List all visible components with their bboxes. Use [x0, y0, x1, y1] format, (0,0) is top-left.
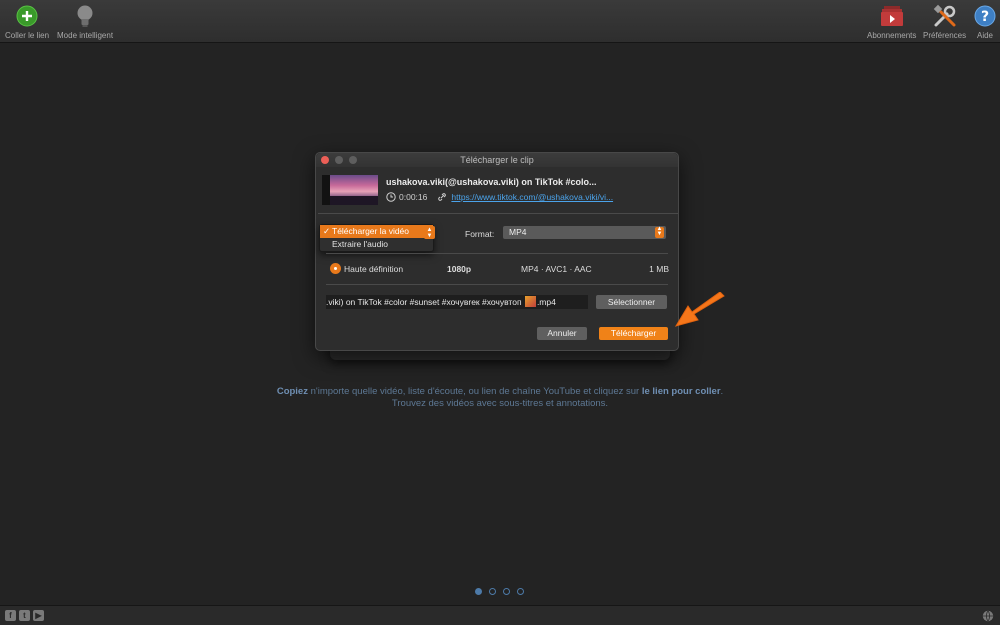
page-dot[interactable] [503, 588, 510, 595]
twitter-icon[interactable]: t [19, 610, 30, 621]
clip-meta: 0:00:16 https://www.tiktok.com/@ushakova… [386, 192, 613, 202]
subscriptions-button[interactable]: Abonnements [867, 4, 916, 40]
clock-icon [386, 192, 396, 202]
smart-mode-button[interactable]: Mode intelligent [57, 4, 113, 40]
mode-option-video-label: Télécharger la vidéo [332, 226, 410, 236]
facebook-icon[interactable]: f [5, 610, 16, 621]
quality-option[interactable]: Haute définition 1080p MP4 · AVC1 · AAC … [330, 262, 670, 276]
mode-select-arrow-icon[interactable]: ▲ ▼ [424, 226, 435, 239]
hint-text: n'importe quelle vidéo, liste d'écoute, … [307, 386, 642, 397]
download-button[interactable]: Télécharger [599, 327, 668, 340]
clip-title: ushakova.viki(@ushakova.viki) on TikTok … [386, 177, 597, 187]
format-select-arrow-icon: ▲ ▼ [655, 226, 664, 238]
paste-link-label: Coller le lien [5, 31, 50, 40]
clip-duration: 0:00:16 [399, 192, 428, 202]
minimize-window-button[interactable] [335, 156, 343, 164]
help-button[interactable]: ? Aide [973, 4, 997, 40]
help-label: Aide [976, 31, 993, 40]
quality-codec: MP4 · AVC1 · AAC [521, 264, 592, 274]
plus-circle-icon [15, 4, 39, 28]
preferences-button[interactable]: Préférences [923, 4, 966, 40]
mode-option-audio[interactable]: Extraire l'audio [320, 238, 433, 251]
format-value: MP4 [509, 227, 527, 237]
divider [318, 213, 678, 214]
divider [326, 284, 668, 285]
clip-url-link[interactable]: https://www.tiktok.com/@ushakova.viki/vi… [451, 192, 613, 202]
page-dot[interactable] [517, 588, 524, 595]
close-window-button[interactable] [321, 156, 329, 164]
page-dot[interactable] [475, 588, 482, 595]
quality-radio[interactable] [330, 263, 341, 274]
file-type-icon [524, 296, 536, 307]
globe-icon[interactable] [982, 609, 994, 625]
filename-field[interactable]: .viki) on TikTok #color #sunset #хочувrе… [326, 295, 588, 309]
zoom-window-button[interactable] [349, 156, 357, 164]
clip-header: ushakova.viki(@ushakova.viki) on TikTok … [322, 173, 674, 209]
lightbulb-icon [73, 4, 97, 28]
dialog-titlebar: Télécharger le clip [316, 153, 678, 167]
cancel-button[interactable]: Annuler [537, 327, 587, 340]
divider [326, 253, 668, 254]
smart-mode-label: Mode intelligent [57, 31, 114, 40]
preferences-label: Préférences [923, 31, 967, 40]
checkmark-icon: ✓ [323, 226, 331, 236]
filename-extension: .mp4 [536, 297, 556, 307]
page-indicator [475, 588, 524, 595]
tools-icon [933, 4, 957, 28]
hint-line-1: Copiez n'importe quelle vidéo, liste d'é… [0, 386, 1000, 397]
format-select[interactable]: MP4 ▲ ▼ [503, 226, 666, 239]
paste-link-button[interactable]: Coller le lien [5, 4, 49, 40]
link-icon [437, 192, 447, 202]
svg-text:?: ? [981, 9, 989, 25]
mode-option-video[interactable]: ✓ Télécharger la vidéo [320, 225, 433, 238]
download-mode-menu[interactable]: ✓ Télécharger la vidéo Extraire l'audio [319, 224, 434, 252]
main-toolbar: Coller le lien Mode intelligent Abonneme… [0, 0, 1000, 43]
quality-resolution: 1080p [447, 264, 472, 274]
hint-copy: Copiez [276, 386, 308, 397]
hint-paste-link: le lien pour coller [641, 386, 721, 397]
download-dialog: Télécharger le clip ushakova.viki(@ushak… [315, 152, 679, 351]
clip-thumbnail [322, 175, 378, 205]
help-icon: ? [973, 4, 997, 28]
youtube-icon[interactable]: ▶ [33, 610, 44, 621]
subscriptions-label: Abonnements [867, 31, 917, 40]
subscriptions-icon [880, 4, 904, 28]
filename-text: .viki) on TikTok #color #sunset #хочувrе… [326, 297, 522, 307]
mode-option-audio-label: Extraire l'audio [332, 239, 388, 249]
hint-line-2: Trouvez des vidéos avec sous-titres et a… [391, 398, 609, 409]
bottom-bar: f t ▶ [0, 605, 1000, 625]
quality-name: Haute définition [344, 264, 404, 274]
dialog-title: Télécharger le clip [460, 155, 534, 165]
annotation-arrow-icon [674, 292, 725, 327]
select-folder-button[interactable]: Sélectionner [596, 295, 667, 309]
page-dot[interactable] [489, 588, 496, 595]
format-label: Format: [465, 229, 495, 239]
quality-size: 1 MB [649, 264, 669, 274]
hint-end: . [720, 386, 724, 397]
